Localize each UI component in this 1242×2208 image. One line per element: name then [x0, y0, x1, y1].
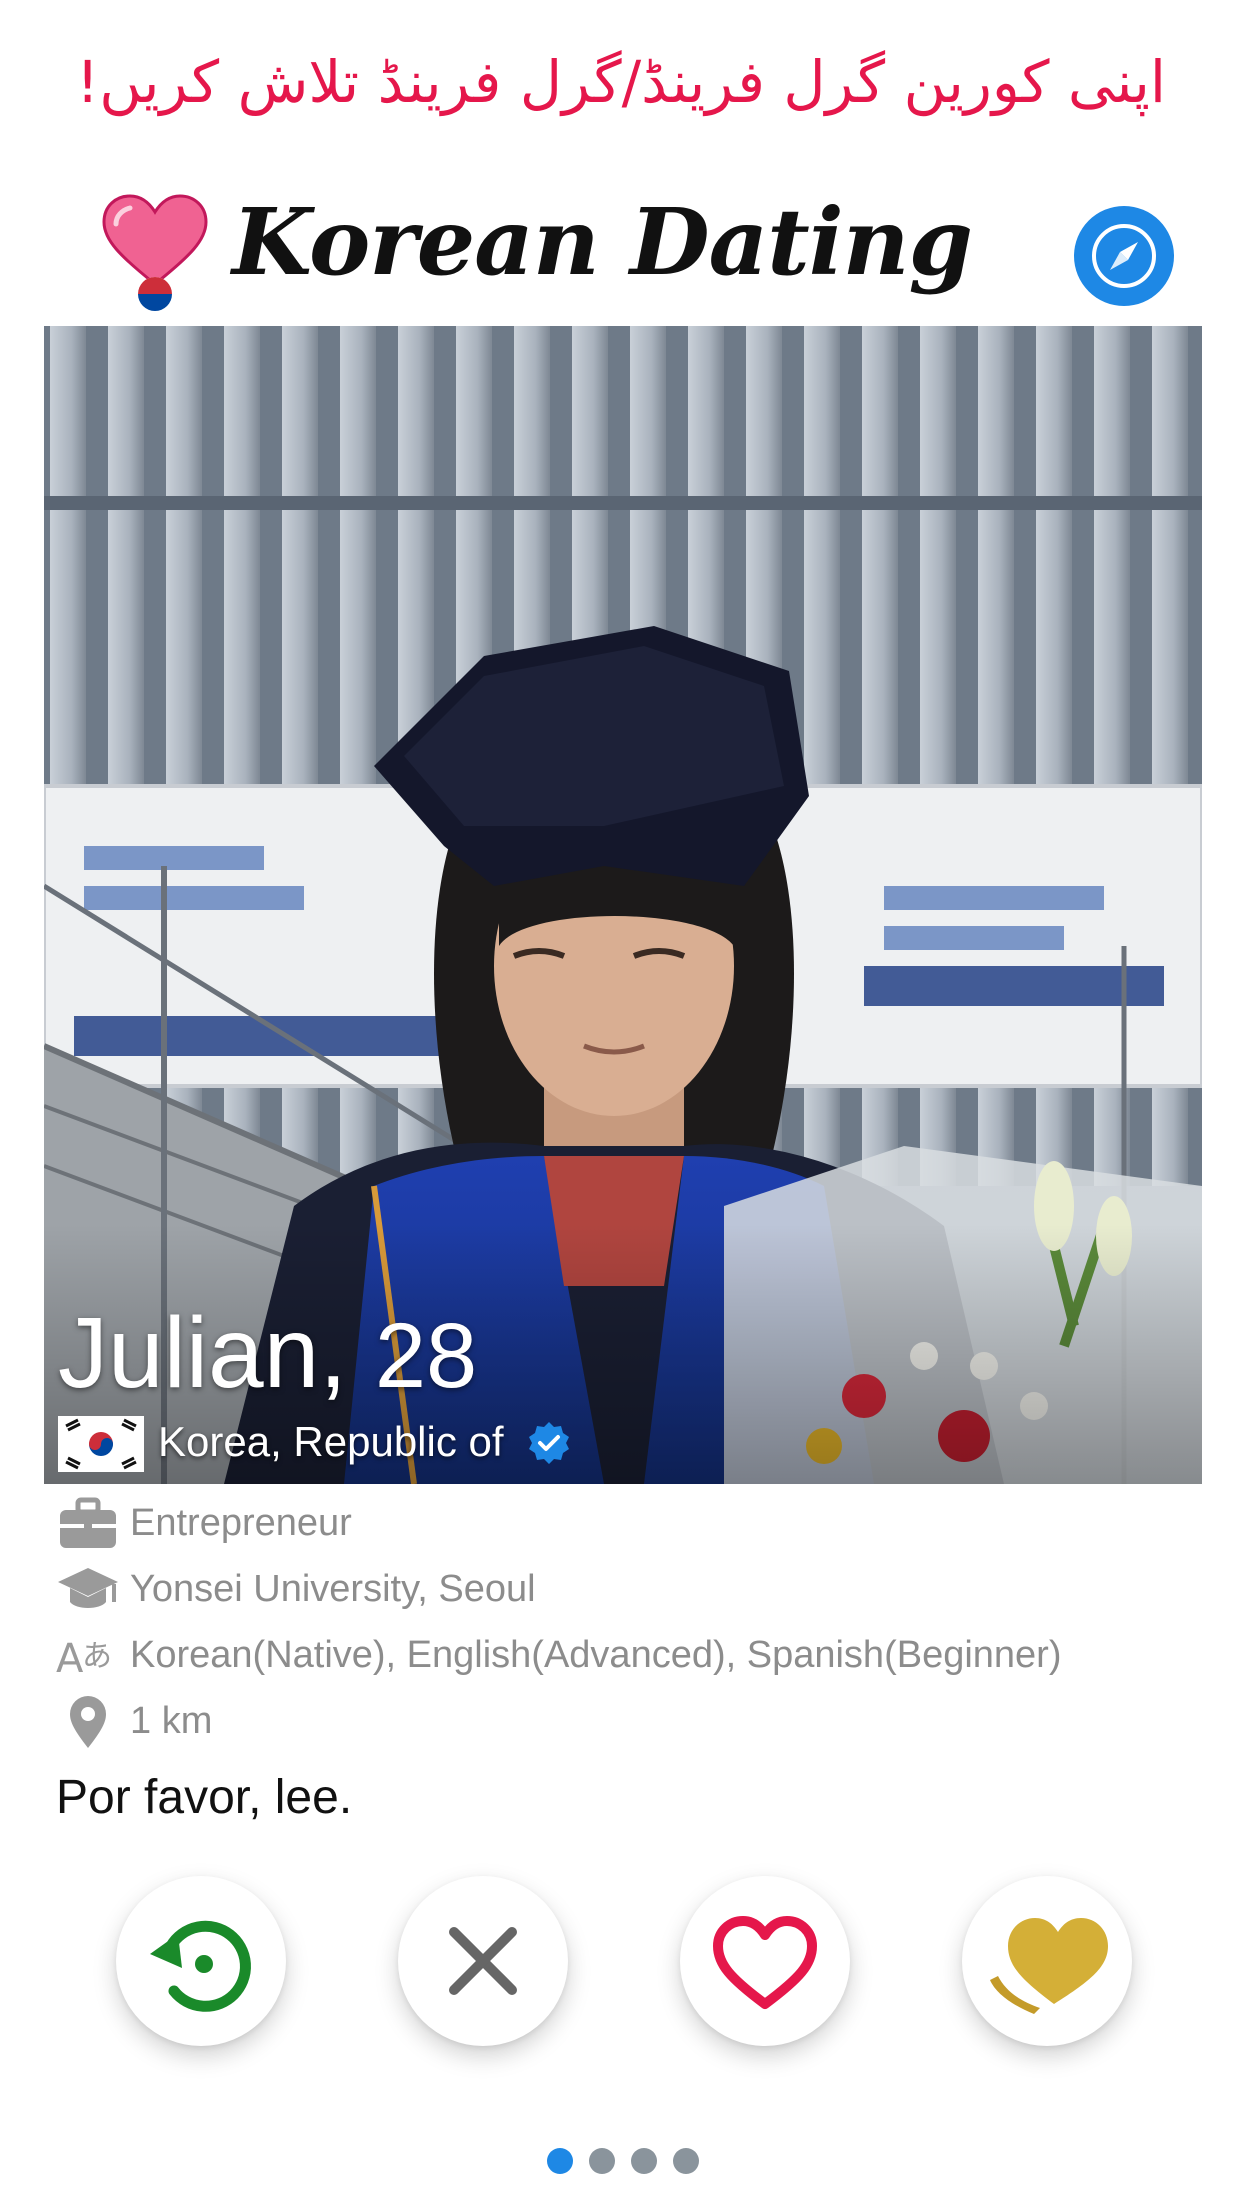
page-dot-1[interactable] — [547, 2148, 573, 2174]
dislike-button[interactable] — [398, 1876, 568, 2046]
language-icon: A あ — [56, 1636, 112, 1682]
graduation-cap-icon — [58, 1568, 118, 1608]
rewind-icon — [150, 1920, 251, 2012]
page-dot-3[interactable] — [631, 2148, 657, 2174]
education-text: Yonsei University, Seoul — [130, 1568, 536, 1610]
app-title: Korean Dating — [232, 188, 973, 296]
page-dot-2[interactable] — [589, 2148, 615, 2174]
verified-badge-icon — [529, 1422, 569, 1464]
svg-text:あ: あ — [82, 1639, 112, 1674]
profile-country: Korea, Republic of — [158, 1418, 504, 1465]
profile-card[interactable]: Julian, 28 Korea, Republic of — [44, 326, 1202, 1484]
compass-icon — [1092, 224, 1156, 288]
profile-age: 28 — [374, 1305, 478, 1407]
occupation-text: Entrepreneur — [130, 1502, 352, 1544]
like-button[interactable] — [680, 1876, 850, 2046]
pagination-dots — [0, 2148, 1242, 2178]
profile-name-age: Julian, 28 — [58, 1296, 477, 1411]
heart-pin-icon — [102, 194, 208, 311]
briefcase-icon — [60, 1497, 116, 1548]
heart-icon — [713, 1916, 817, 2009]
distance-text: 1 km — [130, 1700, 213, 1742]
profile-bio: Por favor, lee. — [56, 1771, 353, 1824]
languages-text: Korean(Native), English(Advanced), Spani… — [130, 1634, 1062, 1676]
page-dot-4[interactable] — [673, 2148, 699, 2174]
korea-flag-icon — [58, 1416, 144, 1472]
svg-text:A: A — [56, 1636, 84, 1682]
gold-heart-icon — [990, 1918, 1108, 2014]
close-icon — [449, 1927, 517, 1995]
discover-button[interactable] — [1074, 206, 1174, 306]
super-like-button[interactable] — [962, 1876, 1132, 2046]
promo-banner: اپنی کورین گرل فرینڈ/گرل فرینڈ تلاش کریں… — [76, 48, 1166, 116]
location-pin-icon — [70, 1696, 106, 1748]
app-header: Korean Dating — [0, 180, 1242, 330]
rewind-button[interactable] — [116, 1876, 286, 2046]
profile-name: Julian, — [58, 1297, 348, 1409]
